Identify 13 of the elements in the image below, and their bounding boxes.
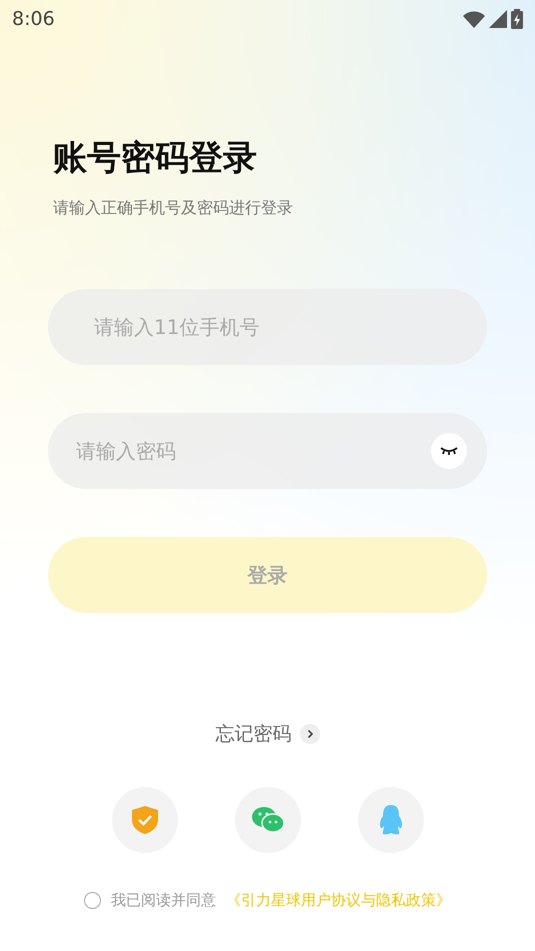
shield-check-icon — [130, 805, 158, 835]
wifi-icon — [463, 10, 485, 28]
battery-icon — [511, 9, 523, 29]
password-field[interactable]: 请输入密码 — [48, 413, 487, 489]
signal-icon — [489, 10, 507, 28]
forgot-password-link[interactable]: 忘记密码 — [216, 721, 320, 747]
status-time: 8:06 — [12, 8, 55, 30]
agree-checkbox[interactable] — [84, 892, 101, 909]
agreement-link[interactable]: 《引力星球用户协议与隐私政策》 — [226, 891, 451, 910]
page-title: 账号密码登录 — [53, 137, 258, 180]
agreement-text: 我已阅读并同意 — [111, 891, 216, 910]
page-subtitle: 请输入正确手机号及密码进行登录 — [53, 198, 294, 219]
phone-field[interactable]: 请输入11位手机号 — [48, 289, 487, 365]
